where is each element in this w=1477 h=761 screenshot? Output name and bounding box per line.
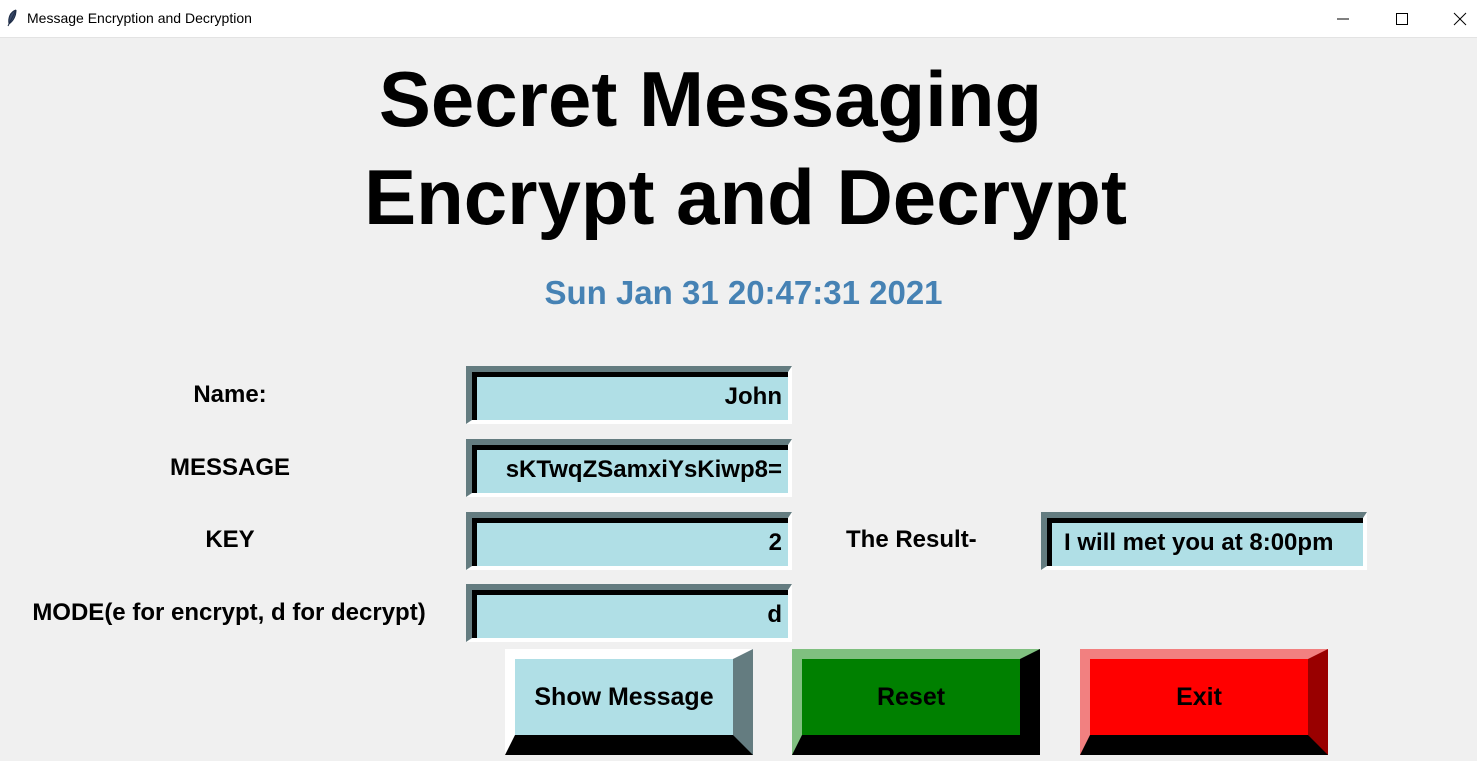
show-message-button[interactable]: Show Message bbox=[505, 649, 753, 755]
key-value: 2 bbox=[472, 518, 788, 566]
message-value: sKTwqZSamxiYsKiwp8= bbox=[472, 445, 788, 493]
heading-line-2: Encrypt and Decrypt bbox=[364, 153, 1127, 241]
exit-button[interactable]: Exit bbox=[1080, 649, 1328, 755]
name-field[interactable]: John bbox=[466, 366, 792, 424]
result-value: I will met you at 8:00pm bbox=[1047, 518, 1363, 566]
key-label: KEY bbox=[205, 526, 255, 553]
maximize-icon bbox=[1396, 13, 1408, 25]
name-value: John bbox=[472, 372, 788, 420]
show-message-label: Show Message bbox=[534, 683, 714, 711]
message-field[interactable]: sKTwqZSamxiYsKiwp8= bbox=[466, 439, 792, 497]
datetime-label: Sun Jan 31 20:47:31 2021 bbox=[544, 274, 943, 311]
reset-button[interactable]: Reset bbox=[792, 649, 1040, 755]
mode-field[interactable]: d bbox=[466, 584, 792, 642]
feather-icon bbox=[6, 9, 18, 27]
key-field[interactable]: 2 bbox=[466, 512, 792, 570]
reset-label: Reset bbox=[876, 683, 946, 711]
message-label: MESSAGE bbox=[169, 454, 291, 481]
close-icon bbox=[1453, 12, 1467, 26]
heading-line-1: Secret Messaging bbox=[378, 55, 1043, 143]
minimize-button[interactable] bbox=[1314, 0, 1372, 37]
result-label: The Result- bbox=[846, 526, 977, 553]
minimize-icon bbox=[1337, 18, 1349, 20]
title-bar: Message Encryption and Decryption bbox=[0, 0, 1477, 38]
maximize-button[interactable] bbox=[1373, 0, 1431, 37]
window-title: Message Encryption and Decryption bbox=[27, 10, 252, 26]
result-field[interactable]: I will met you at 8:00pm bbox=[1041, 512, 1367, 570]
mode-label: MODE(e for encrypt, d for decrypt) bbox=[32, 599, 426, 626]
name-label: Name: bbox=[193, 381, 267, 408]
exit-label: Exit bbox=[1176, 683, 1222, 711]
close-button[interactable] bbox=[1431, 0, 1477, 37]
mode-value: d bbox=[472, 590, 788, 638]
